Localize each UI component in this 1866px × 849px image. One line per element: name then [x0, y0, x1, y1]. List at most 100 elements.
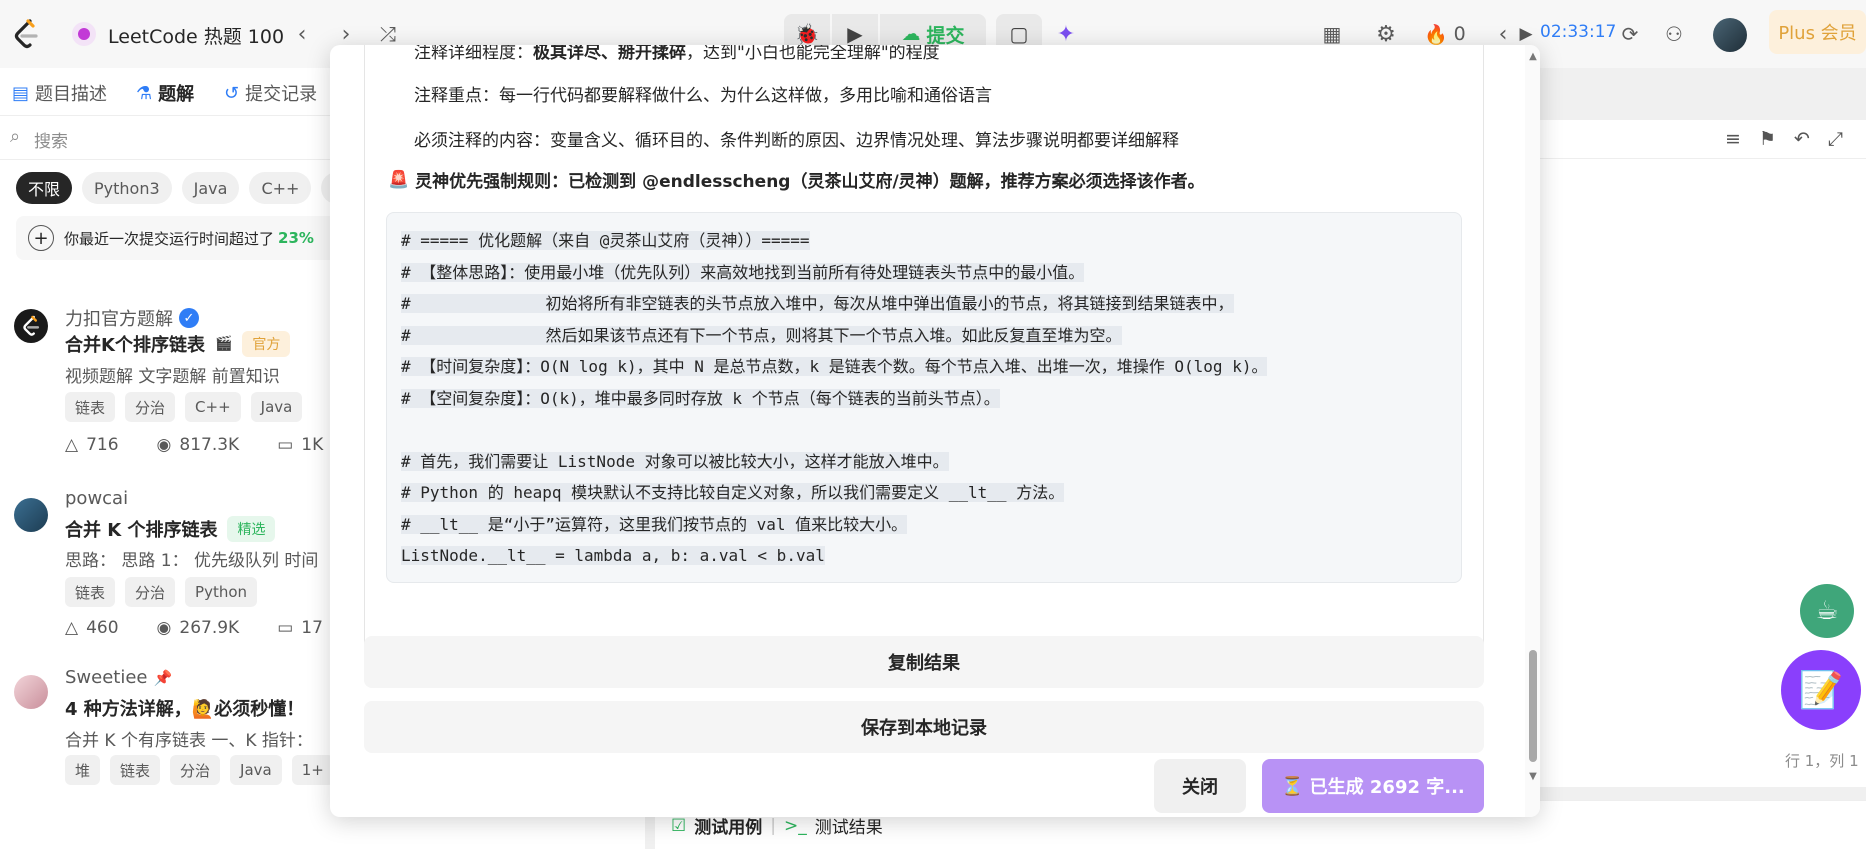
- thumb-up-icon: △: [65, 618, 79, 638]
- chip-java[interactable]: Java: [181, 172, 240, 204]
- problem-list-title[interactable]: LeetCode 热题 100: [108, 22, 284, 49]
- chip-all[interactable]: 不限: [16, 172, 73, 204]
- tag[interactable]: C++: [185, 392, 241, 422]
- code-line: # 首先，我们需要让 ListNode 对象可以被比较大小，这样才能放入堆中。: [401, 451, 949, 471]
- featured-badge: 精选: [227, 516, 276, 542]
- close-button[interactable]: 关闭: [1154, 759, 1246, 813]
- verified-icon: ✓: [179, 308, 199, 328]
- code-line: # 【整体思路】：使用最小堆（优先队列）来高效地找到当前所有待处理链表头节点中的…: [401, 262, 1085, 282]
- tag[interactable]: Java: [250, 392, 303, 422]
- tag[interactable]: 1+: [291, 755, 334, 785]
- chip-cpp[interactable]: C++: [249, 172, 312, 204]
- tag[interactable]: 分治: [170, 755, 221, 785]
- scrollbar-thumb[interactable]: [1529, 650, 1537, 762]
- tag[interactable]: 分治: [125, 577, 176, 607]
- copy-result-button[interactable]: 复制结果: [364, 636, 1484, 688]
- solution-title[interactable]: 合并K个排序链表 🎬 官方: [65, 331, 291, 357]
- tag[interactable]: 链表: [65, 392, 116, 422]
- document-icon: ▤: [12, 82, 30, 104]
- comments-count: 1K: [301, 435, 324, 455]
- add-friend-icon[interactable]: ⚇: [1660, 20, 1688, 48]
- eye-icon: ◉: [156, 435, 172, 455]
- code-line: # Python 的 heapq 模块默认不支持比较自定义对象，所以我们需要定义…: [401, 483, 1065, 502]
- fire-icon: 🔥: [1424, 23, 1448, 46]
- streak-count: 0: [1453, 23, 1466, 45]
- timer-collapse-icon[interactable]: ‹: [1494, 20, 1512, 48]
- solution-title[interactable]: 合并 K 个排序链表 精选: [65, 516, 276, 542]
- tab-submissions[interactable]: ↺ 提交记录: [224, 80, 317, 106]
- solution-author[interactable]: 力扣官方题解 ✓: [65, 305, 199, 331]
- flask-icon: ⚗: [136, 82, 153, 104]
- focus-line: 注释重点：每一行代码都要解释做什么、为什么这样做，多用比喻和通俗语言: [414, 86, 992, 106]
- priority-rule: 🚨 灵神优先强制规则：已检测到 @endlesscheng（灵茶山艾府/灵神）题…: [388, 167, 1205, 193]
- solution-snippet: 思路： 思路 1： 优先级队列 时间: [65, 551, 319, 571]
- tag[interactable]: 链表: [110, 755, 161, 785]
- solution-stats: △ 716 ◉ 817.3K ▭ 1K: [65, 435, 323, 455]
- views-stat: ◉ 267.9K: [157, 618, 240, 638]
- tab-solutions[interactable]: ⚗ 题解: [136, 80, 194, 106]
- timer-display[interactable]: 02:33:17: [1540, 22, 1616, 42]
- settings-gear-icon[interactable]: ⚙: [1372, 20, 1400, 48]
- leetcode-logo[interactable]: [8, 16, 44, 52]
- history-icon: ↺: [224, 82, 240, 104]
- solution-stats: △ 460 ◉ 267.9K ▭ 17: [65, 618, 323, 638]
- generating-button[interactable]: ⏳ 已生成 2692 字...: [1262, 759, 1484, 813]
- timer-play-icon[interactable]: ▶: [1514, 20, 1538, 48]
- code-line: # 【时间复杂度】：O(N log k)，其中 N 是总节点数，k 是链表个数。…: [401, 357, 1268, 376]
- code-block[interactable]: # ===== 优化题解（来自 @灵茶山艾府（灵神））===== # 【整体思路…: [386, 212, 1462, 583]
- likes-stat[interactable]: △ 460: [65, 618, 119, 638]
- shuffle-icon[interactable]: ⤮: [374, 20, 402, 48]
- tag[interactable]: 堆: [65, 755, 101, 785]
- comments-stat[interactable]: ▭ 1K: [277, 435, 323, 455]
- undo-icon[interactable]: ↶: [1794, 128, 1810, 150]
- next-problem-icon[interactable]: ›: [332, 20, 360, 48]
- likes-stat[interactable]: △ 716: [65, 435, 119, 455]
- eye-icon: ◉: [156, 618, 172, 638]
- likes-count: 716: [86, 435, 119, 455]
- author-name: 力扣官方题解: [65, 309, 173, 330]
- problem-list-icon: [72, 22, 96, 46]
- hourglass-icon: ⏳: [1281, 775, 1304, 797]
- tab-description[interactable]: ▤ 题目描述: [12, 80, 107, 106]
- terminal-icon: >_: [783, 815, 807, 836]
- comments-stat[interactable]: ▭ 17: [277, 618, 323, 638]
- plus-membership-button[interactable]: Plus 会员: [1769, 10, 1866, 54]
- ai-result-modal: 注释详细程度：极其详尽、掰开揉碎，达到"小白也能完全理解"的程度 注释重点：每一…: [330, 45, 1540, 817]
- chip-python3[interactable]: Python3: [82, 172, 172, 204]
- alert-icon: 🚨: [388, 169, 410, 190]
- tab-description-label: 题目描述: [35, 84, 108, 105]
- search-input[interactable]: 搜索: [34, 127, 68, 152]
- tag[interactable]: 分治: [125, 392, 176, 422]
- coffee-float-icon[interactable]: ☕: [1800, 584, 1854, 638]
- expand-icon[interactable]: ⤢: [1828, 128, 1843, 150]
- save-local-button[interactable]: 保存到本地记录: [364, 701, 1484, 753]
- code-line: # __lt__ 是“小于”运算符，这里我们按节点的 val 值来比较大小。: [401, 514, 908, 534]
- solution-snippet: 视频题解 文字题解 前置知识: [65, 367, 280, 387]
- tag[interactable]: Java: [230, 755, 282, 785]
- streak-counter[interactable]: 🔥 0: [1424, 20, 1466, 48]
- detail-level-suffix: ，达到"小白也能完全理解"的程度: [686, 45, 940, 63]
- scroll-down-arrow[interactable]: ▼: [1526, 771, 1540, 782]
- solution-author[interactable]: Sweetiee 📌: [65, 667, 172, 688]
- reset-timer-icon[interactable]: ⟳: [1616, 20, 1644, 48]
- tag[interactable]: 链表: [65, 577, 116, 607]
- user-avatar[interactable]: [1713, 18, 1747, 52]
- bookmark-icon[interactable]: ⚑: [1759, 128, 1776, 150]
- user-avatar: [14, 675, 48, 709]
- solution-snippet: 合并 K 个有序链表 一、K 指针：: [65, 731, 313, 751]
- views-stat: ◉ 817.3K: [157, 435, 240, 455]
- format-icon[interactable]: ≡: [1725, 128, 1741, 150]
- solution-author[interactable]: powcai: [65, 488, 128, 509]
- solution-tags: 堆 链表 分治 Java 1+: [65, 755, 334, 785]
- tag[interactable]: Python: [185, 577, 258, 607]
- prev-problem-icon[interactable]: ‹: [288, 20, 316, 48]
- video-icon: 🎬: [214, 336, 233, 352]
- solution-title[interactable]: 4 种方法详解，🙋必须秒懂！: [65, 695, 304, 721]
- add-icon: +: [28, 225, 54, 251]
- layout-icon[interactable]: ▦: [1318, 20, 1346, 48]
- detail-level-prefix: 注释详细程度：: [414, 45, 533, 63]
- comment-icon: ▭: [277, 435, 294, 455]
- scroll-up-arrow[interactable]: ▲: [1526, 51, 1540, 62]
- notepad-float-icon[interactable]: 📝: [1781, 650, 1861, 730]
- bug-icon: 🐞: [794, 22, 820, 46]
